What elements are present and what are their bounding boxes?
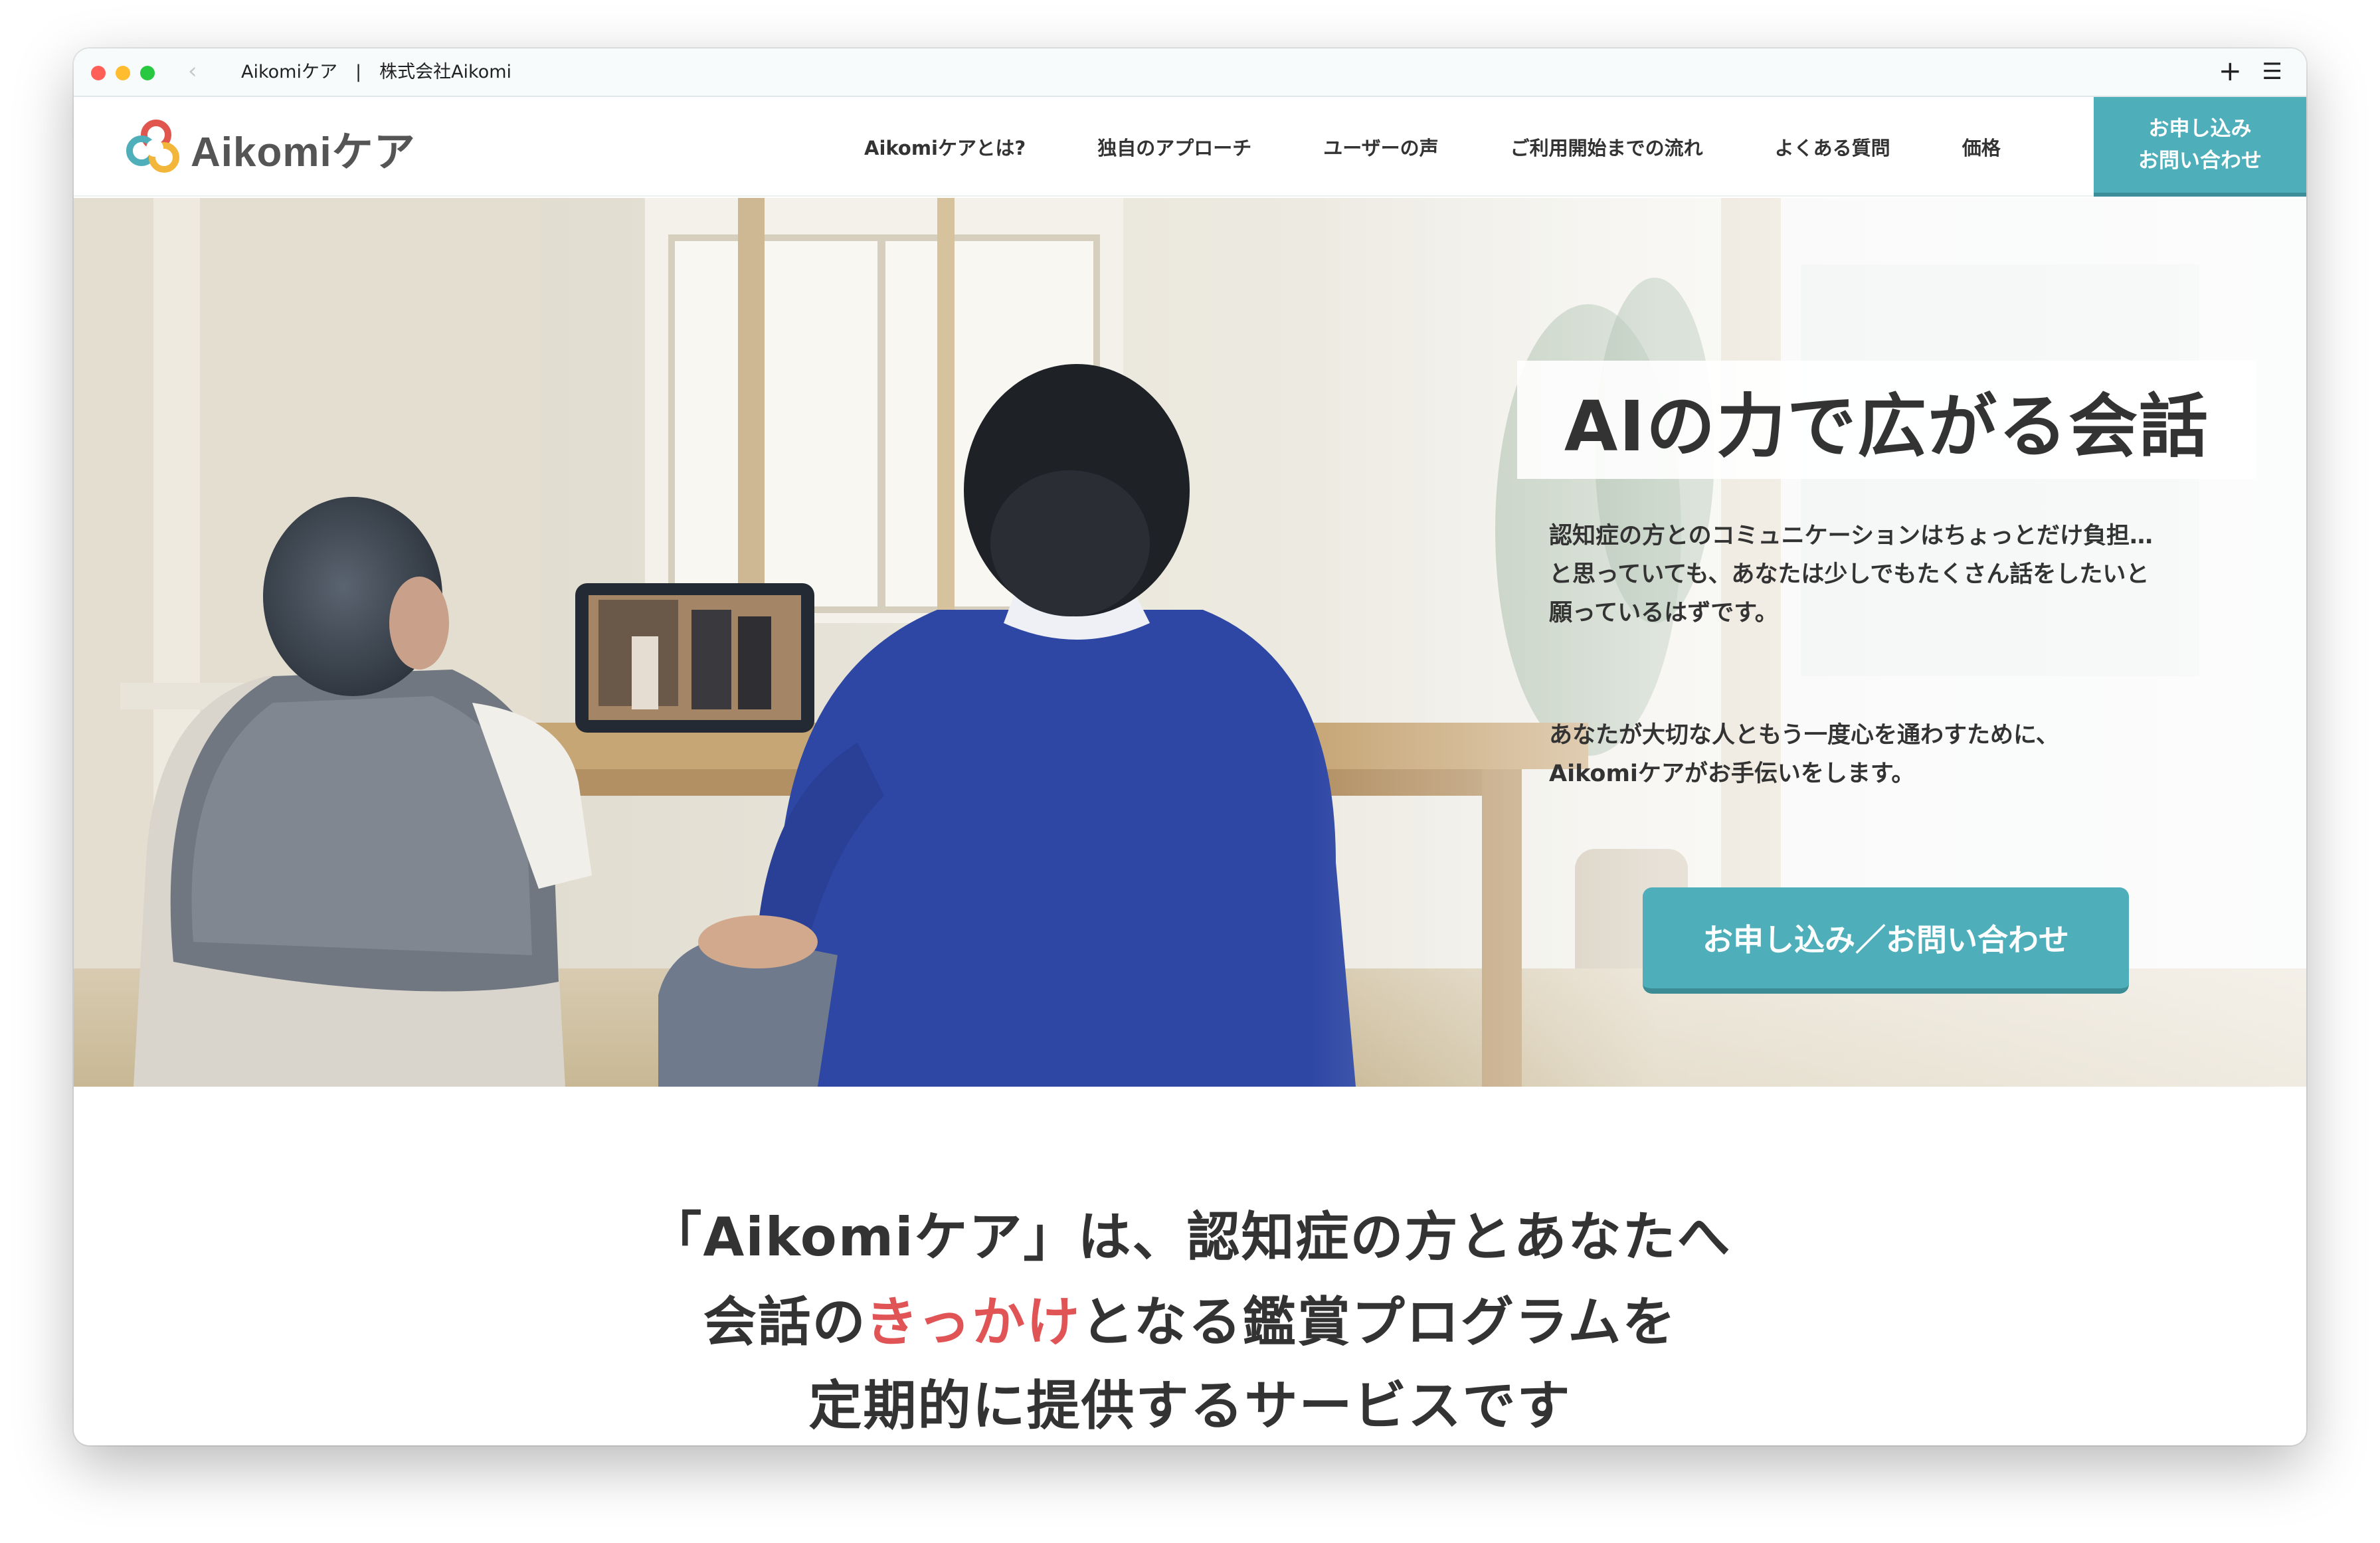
chevron-left-icon[interactable]: ‹	[188, 58, 197, 84]
lead-line-2: 会話のきっかけとなる鑑賞プログラムを	[74, 1279, 2306, 1356]
hero-paragraph-2-line: あなたが大切な人ともう一度心を通わすために、	[1549, 722, 2059, 749]
hero-title-box: AIの力で広がる会話	[1517, 361, 2256, 479]
intro-section: 「Aikomiケア」は、認知症の方とあなたへ 会話のきっかけとなる鑑賞プログラム…	[74, 1087, 2306, 1445]
logo-text: Aikomiケア	[191, 130, 416, 175]
hero-paragraph-1-line: と思っていても、あなたは少しでもたくさん話をしたいと	[1549, 561, 2150, 588]
header-contact-button[interactable]: お申し込み お問い合わせ	[2094, 97, 2306, 197]
header-cta-line1: お申し込み	[2148, 117, 2252, 141]
lead-line-2-start: 会話の	[703, 1291, 866, 1353]
site-logo[interactable]: Aikomiケア	[126, 118, 416, 178]
site-header: Aikomiケア Aikomiケアとは? 独自のアプローチ ユーザーの声 ご利用…	[74, 97, 2306, 197]
hero-contact-button[interactable]: お申し込み／お問い合わせ	[1643, 887, 2129, 994]
lead-line-1: 「Aikomiケア」は、認知症の方とあなたへ	[648, 1206, 1732, 1268]
hero-section: AIの力で広がる会話 認知症の方とのコミュニケーションはちょっとだけ負担… と思…	[74, 198, 2306, 1087]
nav-item-approach[interactable]: 独自のアプローチ	[1097, 133, 1251, 161]
nav-item-faq[interactable]: よくある質問	[1775, 133, 1890, 161]
header-cta-line2: お問い合わせ	[2138, 149, 2262, 173]
nav-item-about[interactable]: Aikomiケアとは?	[864, 133, 1026, 161]
lead-line-2-end: となる鑑賞プログラムを	[1081, 1291, 1677, 1353]
lead-accent-text: きっかけ	[865, 1291, 1081, 1353]
cloud-logo-icon	[126, 120, 179, 173]
hero-title: AIの力で広がる会話	[1564, 385, 2210, 467]
hero-paragraph-2-line: Aikomiケアがお手伝いをします。	[1549, 761, 1915, 787]
hamburger-menu-icon[interactable]: ☰	[2262, 56, 2282, 87]
plus-icon[interactable]: +	[2219, 55, 2242, 87]
browser-window: ‹ Aikomiケア | 株式会社Aikomi + ☰ Aikomiケア Aik…	[74, 48, 2306, 1445]
tab-title: Aikomiケア | 株式会社Aikomi	[241, 62, 512, 82]
hero-paragraph-1-line: 認知症の方とのコミュニケーションはちょっとだけ負担…	[1549, 523, 2153, 549]
browser-title-bar: ‹ Aikomiケア | 株式会社Aikomi + ☰	[74, 48, 2306, 97]
lead-line-3: 定期的に提供するサービスです	[808, 1375, 1572, 1437]
nav-item-price[interactable]: 価格	[1962, 133, 2001, 161]
hero-paragraph-1: 認知症の方とのコミュニケーションはちょっとだけ負担… と思っていても、あなたは少…	[1549, 517, 2213, 632]
hero-paragraph-2: あなたが大切な人ともう一度心を通わすために、 Aikomiケアがお手伝いをします…	[1549, 716, 2213, 793]
main-nav: Aikomiケアとは? 独自のアプローチ ユーザーの声 ご利用開始までの流れ よ…	[864, 97, 2001, 197]
nav-item-flow[interactable]: ご利用開始までの流れ	[1510, 133, 1703, 161]
maximize-window-button[interactable]	[140, 66, 155, 80]
close-window-button[interactable]	[91, 66, 106, 80]
hero-paragraph-1-line: 願っているはずです。	[1549, 600, 1778, 626]
nav-item-voices[interactable]: ユーザーの声	[1323, 133, 1438, 161]
minimize-window-button[interactable]	[116, 66, 130, 80]
